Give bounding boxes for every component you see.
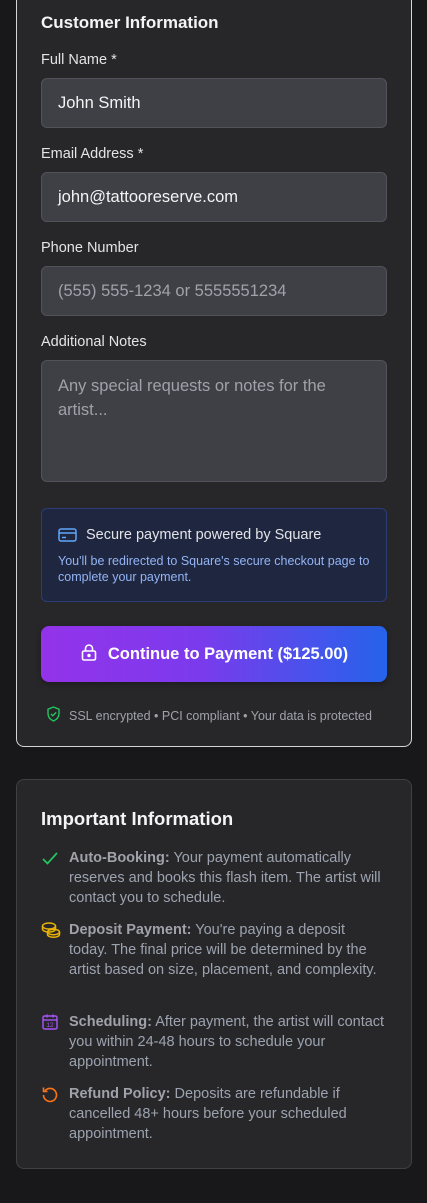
refund-icon xyxy=(41,1084,59,1144)
shield-check-icon xyxy=(46,706,61,725)
info-item-refund: Refund Policy: Deposits are refundable i… xyxy=(41,1084,387,1144)
continue-to-payment-button[interactable]: Continue to Payment ($125.00) xyxy=(41,626,387,682)
info-item-scheduling: 12 Scheduling: After payment, the artist… xyxy=(41,1012,387,1072)
phone-input[interactable]: (555) 555-1234 or 5555551234 xyxy=(41,266,387,316)
continue-to-payment-label: Continue to Payment ($125.00) xyxy=(107,644,349,663)
svg-text:12: 12 xyxy=(46,1022,54,1029)
credit-card-icon xyxy=(58,527,77,543)
secure-payment-title: Secure payment powered by Square xyxy=(86,527,322,543)
notes-label: Additional Notes xyxy=(41,334,147,350)
phone-label: Phone Number xyxy=(41,240,139,256)
check-icon xyxy=(41,848,59,908)
security-note-text: SSL encrypted • PCI compliant • Your dat… xyxy=(69,708,372,723)
info-heading: Auto-Booking: xyxy=(69,850,170,866)
info-item-deposit: Deposit Payment: You're paying a deposit… xyxy=(41,920,387,980)
secure-payment-text: You'll be redirected to Square's secure … xyxy=(58,554,370,584)
email-label: Email Address * xyxy=(41,146,144,162)
lock-icon xyxy=(80,643,98,666)
security-note: SSL encrypted • PCI compliant • Your dat… xyxy=(46,706,372,725)
info-item-auto-booking: Auto-Booking: Your payment automatically… xyxy=(41,848,387,908)
important-info-title: Important Information xyxy=(41,808,234,829)
section-title: Customer Information xyxy=(41,13,219,32)
calendar-icon: 12 xyxy=(41,1012,59,1072)
notes-textarea[interactable]: Any special requests or notes for the ar… xyxy=(41,360,387,482)
email-input[interactable]: john@tattooreserve.com xyxy=(41,172,387,222)
info-heading: Refund Policy: xyxy=(69,1086,171,1102)
coins-icon xyxy=(41,920,61,980)
info-heading: Deposit Payment: xyxy=(69,922,192,938)
full-name-input[interactable]: John Smith xyxy=(41,78,387,128)
info-heading: Scheduling: xyxy=(69,1014,152,1030)
full-name-label: Full Name * xyxy=(41,52,117,68)
